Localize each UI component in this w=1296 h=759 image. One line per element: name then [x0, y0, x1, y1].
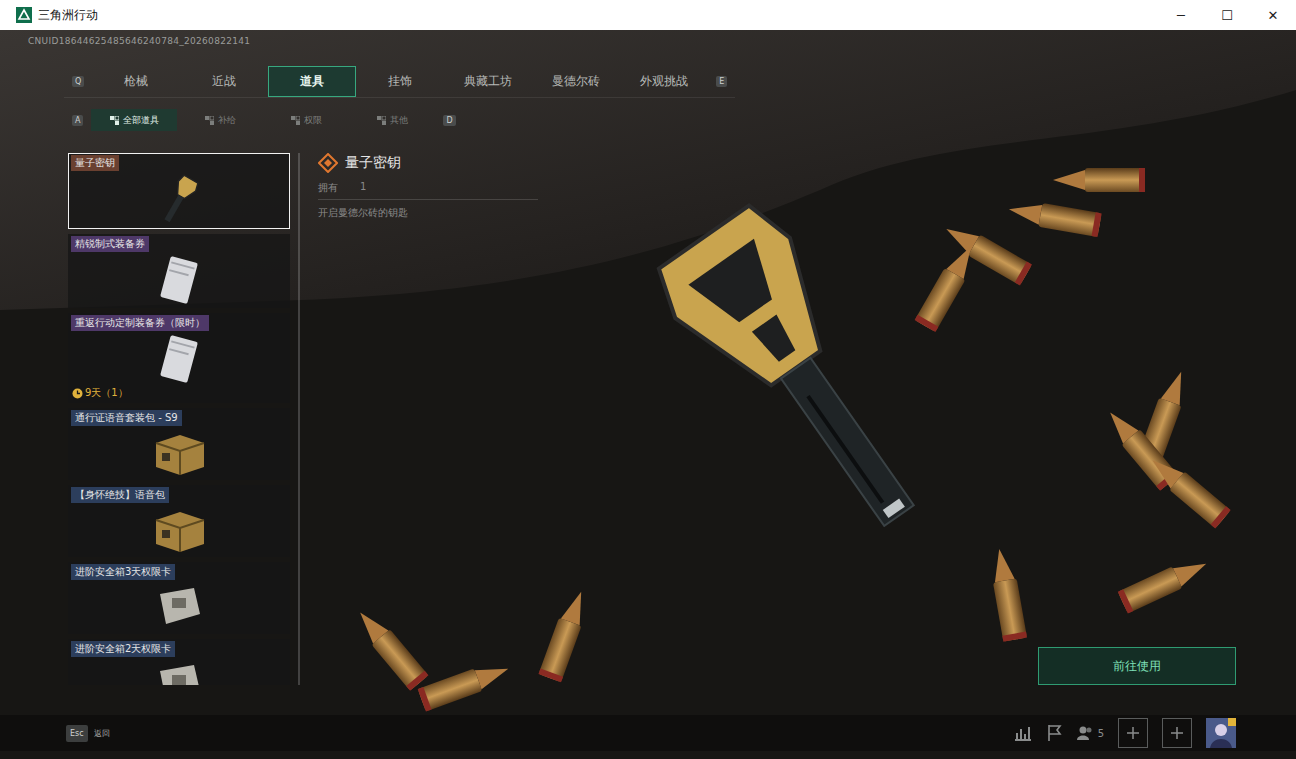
item-card[interactable]: 精锐制式装备券: [68, 234, 290, 308]
crate-icon: [150, 506, 208, 554]
access-card-icon: [154, 661, 204, 685]
category-icon: [377, 116, 386, 125]
key-icon: [159, 172, 199, 228]
sub-tab[interactable]: 其他: [349, 109, 435, 131]
header: CNUID18644625485646240784_20260822141 Q …: [0, 30, 1296, 131]
item-name: 进阶安全箱3天权限卡: [71, 564, 175, 580]
sub-tab[interactable]: 补给: [177, 109, 263, 131]
crate-icon: [150, 429, 208, 477]
window-title: 三角洲行动: [38, 7, 98, 24]
title-bar: 三角洲行动 ─☐✕: [0, 0, 1296, 30]
main-tab[interactable]: 枪械: [92, 66, 180, 97]
use-button[interactable]: 前往使用: [1038, 647, 1236, 685]
app-logo-icon: [16, 7, 32, 23]
item-card[interactable]: 通行证语音套装包 - S9: [68, 408, 290, 480]
main-tab[interactable]: 典藏工坊: [444, 66, 532, 97]
main-tab[interactable]: 挂饰: [356, 66, 444, 97]
item-name: 【身怀绝技】语音包: [71, 487, 169, 503]
access-card-icon: [154, 584, 204, 630]
sub-tab[interactable]: 全部道具: [91, 109, 177, 131]
sub-tab-bar: A 全部道具 补给 权限 其他 D: [64, 109, 1296, 131]
main-tab[interactable]: 曼德尔砖: [532, 66, 620, 97]
main-tab[interactable]: 外观挑战: [620, 66, 708, 97]
owned-count: 拥有1: [318, 181, 538, 200]
item-name: 精锐制式装备券: [71, 236, 149, 252]
category-icon: [291, 116, 300, 125]
inventory-body: 量子密钥 精锐制式装备券 重返行动定制装备券（限时） 9天（1） 通行证语音套装包…: [0, 131, 1296, 715]
item-timer: 9天（1）: [69, 386, 289, 402]
next-key-hint[interactable]: E: [716, 76, 727, 87]
prev-key-hint[interactable]: A: [72, 115, 83, 126]
footer-bar: Esc返回 5: [0, 715, 1296, 751]
item-card[interactable]: 【身怀绝技】语音包: [68, 485, 290, 557]
game-area: CNUID18644625485646240784_20260822141 Q …: [0, 30, 1296, 759]
item-name: 通行证语音套装包 - S9: [71, 410, 182, 426]
clock-icon: [72, 388, 83, 399]
invite-slot-icon[interactable]: [1118, 718, 1148, 748]
main-tab[interactable]: 近战: [180, 66, 268, 97]
voucher-icon: [157, 253, 201, 307]
game-window: 三角洲行动 ─☐✕ CNUID18644625485646240784_2026…: [0, 0, 1296, 759]
category-icon: [205, 116, 214, 125]
back-button[interactable]: Esc返回: [66, 725, 110, 742]
window-control-button[interactable]: ☐: [1204, 8, 1250, 23]
item-name: 进阶安全箱2天权限卡: [71, 641, 175, 657]
stats-icon[interactable]: [1014, 725, 1032, 741]
category-icon: [110, 116, 119, 125]
uid-label: CNUID18644625485646240784_20260822141: [28, 36, 1296, 50]
detail-title: 量子密钥: [318, 153, 538, 173]
item-card[interactable]: 重返行动定制装备券（限时） 9天（1）: [68, 313, 290, 403]
voucher-icon: [157, 332, 201, 386]
item-card[interactable]: 量子密钥: [68, 153, 290, 229]
item-card[interactable]: 进阶安全箱2天权限卡: [68, 639, 290, 685]
sub-tab[interactable]: 权限: [263, 109, 349, 131]
item-list: 量子密钥 精锐制式装备券 重返行动定制装备券（限时） 9天（1） 通行证语音套装包…: [68, 153, 290, 685]
item-detail: 量子密钥 拥有1 开启曼德尔砖的钥匙 前往使用: [318, 153, 1236, 685]
item-name: 重返行动定制装备券（限时）: [71, 315, 209, 331]
item-name: 量子密钥: [71, 155, 119, 171]
invite-slot-icon[interactable]: [1162, 718, 1192, 748]
avatar-icon[interactable]: [1206, 718, 1236, 748]
friends-count[interactable]: 5: [1076, 725, 1104, 741]
prev-key-hint[interactable]: Q: [72, 76, 84, 87]
window-control-button[interactable]: ─: [1158, 8, 1204, 23]
main-tab[interactable]: 道具: [268, 66, 356, 97]
rarity-diamond-icon: [318, 153, 338, 173]
main-tab-bar: Q 枪械近战道具挂饰典藏工坊曼德尔砖外观挑战 E: [64, 66, 735, 98]
next-key-hint[interactable]: D: [443, 115, 455, 126]
flag-icon[interactable]: [1046, 724, 1062, 742]
item-description: 开启曼德尔砖的钥匙: [318, 206, 538, 220]
window-control-button[interactable]: ✕: [1250, 8, 1296, 23]
item-card[interactable]: 进阶安全箱3天权限卡: [68, 562, 290, 634]
friends-icon: [1076, 725, 1094, 741]
